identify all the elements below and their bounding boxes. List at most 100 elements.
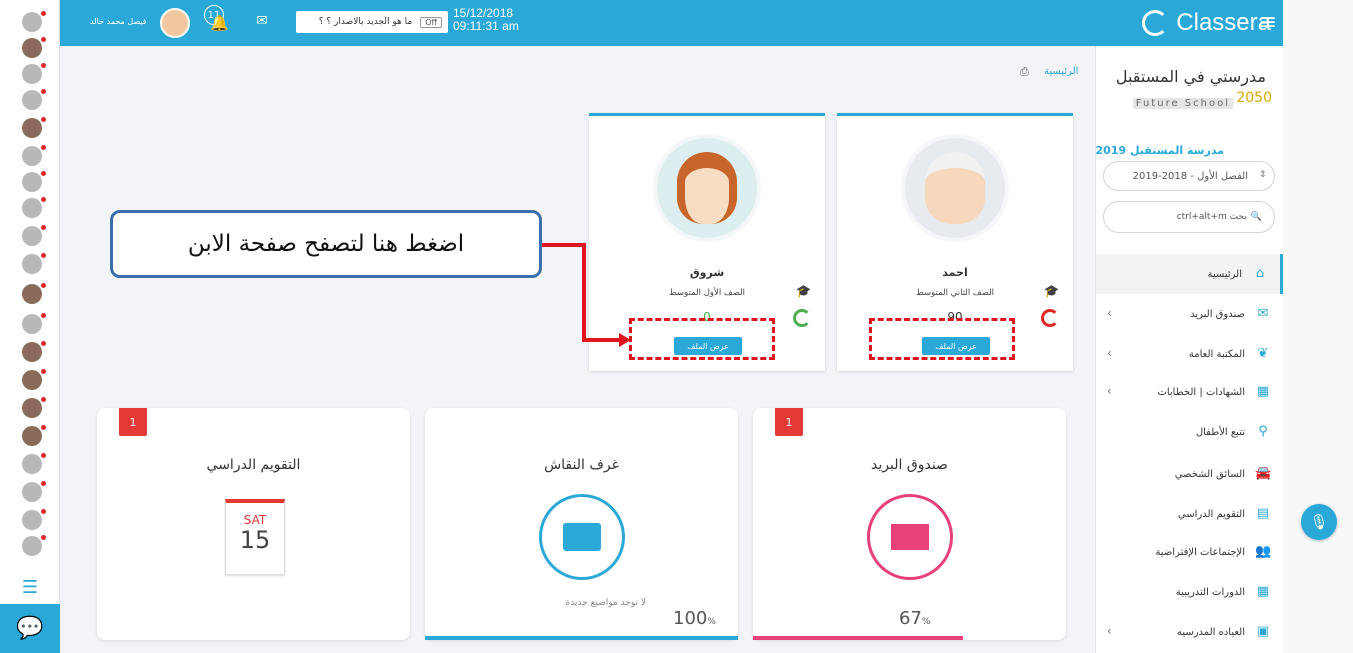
current-datetime: 15/12/2018 09:11:31 am	[453, 7, 519, 33]
classera-logo-icon	[1142, 10, 1169, 36]
clinic-icon: ▣	[1256, 624, 1270, 639]
instruction-callout: اضغط هنا لتصفح صفحة الابن	[110, 210, 542, 278]
sidebar-item-label: الرئيسية	[1207, 268, 1242, 280]
contact-avatar[interactable]	[22, 11, 46, 32]
sidebar-item-label: الشهادات | الخطابات	[1157, 386, 1245, 398]
child-grade: الصف الأول المتوسط	[668, 288, 746, 298]
chat-bubble-icon	[563, 523, 601, 551]
contact-avatar[interactable]	[22, 197, 46, 218]
sidebar-item-mailbox[interactable]: صندوق البريد ✉	[1096, 294, 1283, 334]
sidebar-item-label: السائق الشخصي	[1174, 468, 1245, 480]
envelope-icon[interactable]: ✉	[256, 13, 268, 29]
contact-avatar[interactable]	[22, 37, 46, 58]
sidebar-item-label: تتبع الأطفال	[1195, 426, 1245, 438]
contact-avatar[interactable]	[22, 171, 46, 192]
contact-avatar[interactable]	[22, 253, 46, 274]
calendar-day: SAT	[243, 513, 267, 527]
search-placeholder: ctrl+alt+m بحث	[1176, 212, 1247, 222]
contact-avatar[interactable]	[22, 313, 46, 334]
mail-widget[interactable]: 1 صندوق البريد 67%	[753, 408, 1066, 640]
contact-avatar[interactable]	[22, 145, 46, 166]
contact-avatar[interactable]	[22, 369, 46, 390]
chevron-left-icon[interactable]: ‹	[1107, 346, 1112, 360]
sidebar-item-virtual-meetings[interactable]: الإجتماعات الإفتراضية 👥	[1096, 532, 1283, 572]
term-select[interactable]: الفصل الأول - 2018-2019	[1103, 161, 1275, 191]
highlight-box	[629, 318, 775, 360]
microphone-button[interactable]: 🎙	[1301, 504, 1337, 540]
contact-avatar[interactable]	[22, 63, 46, 84]
print-icon[interactable]: ⎙	[1020, 65, 1029, 79]
home-icon: ⌂	[1255, 266, 1265, 281]
top-bar	[60, 0, 1283, 46]
sidebar-item-clinic[interactable]: العياده المدرسيه ▣	[1096, 612, 1283, 652]
mail-icon: ✉	[1257, 306, 1269, 321]
arrow-line	[542, 243, 584, 247]
leaf-icon: ❦	[1257, 346, 1269, 361]
car-icon: 🚘	[1255, 466, 1272, 481]
contact-avatar[interactable]	[22, 397, 46, 418]
calendar-icon: ▤	[1256, 506, 1270, 521]
envelope-icon	[891, 524, 929, 550]
contact-avatar[interactable]	[22, 509, 46, 530]
sidebar-item-driver[interactable]: السائق الشخصي 🚘	[1096, 454, 1283, 494]
user-avatar[interactable]	[160, 8, 190, 38]
calendar-count-badge: 1	[119, 408, 147, 436]
whats-new-text: ما هو الجديد بالاصدار ؟ ؟	[318, 17, 413, 27]
breadcrumb-home[interactable]: الرئيسية	[1044, 66, 1078, 77]
calendar-widget-title: التقويم الدراسي	[206, 457, 301, 473]
right-gutter	[1283, 0, 1353, 653]
mail-widget-title: صندوق البريد	[871, 457, 948, 473]
group-icon: 👥	[1255, 544, 1272, 559]
discussion-progress-bar	[425, 636, 738, 640]
contact-avatar[interactable]	[22, 453, 46, 474]
search-input[interactable]: ctrl+alt+m بحث 🔍	[1103, 201, 1275, 233]
contact-avatar[interactable]	[22, 283, 46, 304]
school-title: مدرستي في المستقبل	[1115, 67, 1266, 86]
sidebar-item-library[interactable]: المكتبة العامة ❦	[1096, 334, 1283, 374]
chevron-left-icon[interactable]: ‹	[1107, 384, 1112, 398]
whats-new-toggle[interactable]: Off	[420, 16, 442, 28]
list-icon[interactable]: ☰	[8, 572, 52, 602]
arrow-line	[582, 338, 622, 342]
chevron-left-icon[interactable]: ‹	[1107, 306, 1112, 320]
sidebar-item-label: التقويم الدراسي	[1177, 508, 1245, 520]
sidebar-item-label: المكتبة العامة	[1188, 348, 1245, 360]
contact-avatar[interactable]	[22, 341, 46, 362]
mail-count-badge: 1	[775, 408, 803, 436]
whats-new-box[interactable]: ما هو الجديد بالاصدار ؟ ؟ Off	[296, 11, 448, 33]
grid-icon: ▦	[1256, 584, 1270, 599]
bell-icon[interactable]: 🔔	[210, 14, 229, 32]
contact-avatar[interactable]	[22, 225, 46, 246]
location-pin-icon: ⚲	[1258, 424, 1268, 439]
school-year-label: 2050	[1236, 90, 1272, 106]
discussion-widget[interactable]: غرف النقاش لا توجد مواضيع جديدة 100%	[425, 408, 738, 640]
arrow-head	[619, 333, 631, 347]
brand-name: Classera	[1176, 9, 1271, 36]
no-new-topics-text: لا توجد مواضيع جديدة	[565, 598, 646, 608]
contact-avatar[interactable]	[22, 117, 46, 138]
chat-toggle-button[interactable]: 💬	[0, 604, 60, 653]
sidebar-item-label: العياده المدرسيه	[1176, 626, 1245, 638]
discussion-widget-title: غرف النقاش	[544, 457, 619, 473]
contact-avatar[interactable]	[22, 535, 46, 556]
sidebar-item-certificates[interactable]: الشهادات | الخطابات ▦	[1096, 372, 1283, 412]
sidebar-item-home[interactable]: الرئيسية ⌂	[1096, 254, 1283, 294]
highlight-box	[869, 318, 1015, 360]
contact-avatar[interactable]	[22, 425, 46, 446]
child-avatar[interactable]	[653, 134, 761, 242]
sidebar-item-calendar[interactable]: التقويم الدراسي ▤	[1096, 494, 1283, 534]
chevron-left-icon[interactable]: ‹	[1107, 624, 1112, 638]
sidebar-item-label: الإجتماعات الإفتراضية	[1155, 546, 1245, 558]
user-name[interactable]: فيصل محمد خالد	[90, 17, 147, 26]
mail-circle	[867, 494, 953, 580]
sidebar-item-courses[interactable]: الدورات التدريبية ▦	[1096, 572, 1283, 612]
contact-avatar[interactable]	[22, 89, 46, 110]
calendar-date: 15	[239, 526, 271, 554]
contact-avatar[interactable]	[22, 481, 46, 502]
brand-logo[interactable]: Classera	[1142, 9, 1271, 37]
child-avatar[interactable]	[901, 134, 1009, 242]
sidebar-item-child-tracking[interactable]: تتبع الأطفال ⚲	[1096, 412, 1283, 452]
calendar-widget[interactable]: 1 التقويم الدراسي SAT 15	[97, 408, 410, 640]
current-time: 09:11:31 am	[453, 19, 519, 33]
qr-icon: ▦	[1256, 384, 1270, 399]
